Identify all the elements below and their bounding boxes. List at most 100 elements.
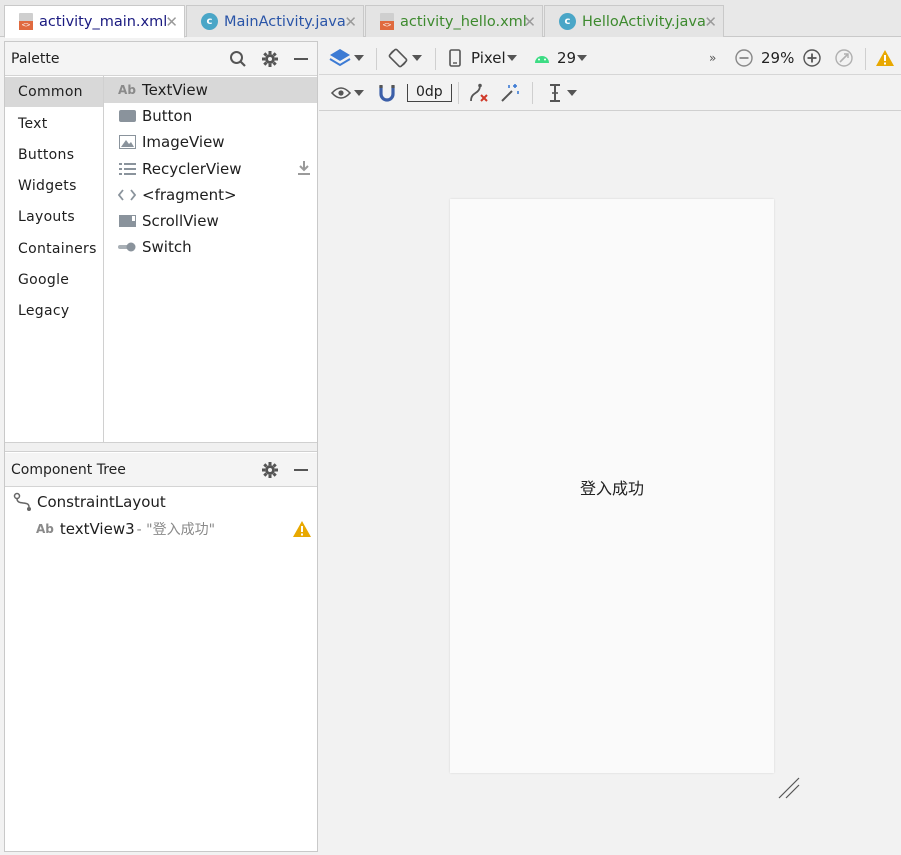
tab-label: activity_hello.xml <box>400 13 527 30</box>
eye-icon <box>331 87 351 99</box>
layers-icon <box>329 49 351 67</box>
ab-icon: Ab <box>118 83 136 97</box>
zoom-out-button[interactable] <box>735 44 753 72</box>
tree-item-constraintlayout[interactable]: ConstraintLayout <box>5 489 317 515</box>
device-selector[interactable]: Pixel <box>449 44 517 72</box>
orientation-button[interactable] <box>387 44 422 72</box>
palette-item-button[interactable]: Button <box>104 103 317 129</box>
category-layouts[interactable]: Layouts <box>5 202 103 232</box>
zoom-to-fit-button[interactable] <box>835 44 853 72</box>
zoom-level: 29% <box>761 49 795 67</box>
editor-tab-bar: <> activity_main.xml ✕ c MainActivity.ja… <box>0 0 901 38</box>
palette-item-recyclerview[interactable]: RecyclerView <box>104 156 317 182</box>
palette-item-label: RecyclerView <box>142 160 242 178</box>
code-icon <box>118 186 136 204</box>
download-icon[interactable] <box>297 160 311 180</box>
ab-icon: Ab <box>36 522 54 536</box>
category-text[interactable]: Text <box>5 109 103 139</box>
clear-constraints-button[interactable] <box>468 79 490 107</box>
palette-item-switch[interactable]: Switch <box>104 234 317 260</box>
category-google[interactable]: Google <box>5 265 103 295</box>
palette-item-scrollview[interactable]: ScrollView <box>104 208 317 234</box>
component-tree-title: Component Tree <box>11 462 126 478</box>
phone-icon <box>449 49 461 67</box>
palette-item-label: ImageView <box>142 133 225 151</box>
device-preview[interactable]: 登入成功 <box>450 199 774 773</box>
palette-header: Palette <box>5 42 317 76</box>
palette-item-label: TextView <box>142 81 208 99</box>
warning-icon[interactable] <box>293 521 311 541</box>
palette-item-textview[interactable]: Ab TextView <box>104 77 317 103</box>
gear-icon[interactable] <box>259 48 281 70</box>
autoconnect-button[interactable] <box>378 79 396 107</box>
xml-file-icon: <> <box>380 13 394 30</box>
default-margin-field[interactable]: 0dp <box>407 79 452 107</box>
tree-item-id: textView3 <box>59 520 135 538</box>
tab-main-activity-java[interactable]: c MainActivity.java ✕ <box>186 5 364 37</box>
zoom-fit-icon <box>835 49 853 67</box>
tab-hello-activity-java[interactable]: c HelloActivity.java ✕ <box>544 5 724 37</box>
overflow-chevron-icon[interactable]: » <box>709 44 716 72</box>
tab-label: activity_main.xml <box>39 13 168 30</box>
category-buttons[interactable]: Buttons <box>5 140 103 170</box>
design-toolbar: Pixel 29 » 29% <box>319 41 901 75</box>
zoom-in-icon <box>803 49 821 67</box>
tree-item-hint: - "登入成功" <box>136 522 216 538</box>
zoom-in-button[interactable] <box>803 44 821 72</box>
close-icon[interactable]: ✕ <box>704 13 717 31</box>
panel-splitter[interactable] <box>5 442 317 452</box>
tab-activity-main-xml[interactable]: <> activity_main.xml ✕ <box>4 5 185 38</box>
api-level-label: 29 <box>557 49 577 67</box>
android-icon <box>535 56 549 63</box>
palette-item-fragment[interactable]: <fragment> <box>104 182 317 208</box>
scroll-icon <box>118 212 136 230</box>
text-cursor-icon <box>550 84 560 102</box>
palette-item-label: Switch <box>142 238 192 256</box>
left-panel: Palette Common Text Buttons Widgets Layo… <box>4 41 318 852</box>
magnet-icon <box>379 85 395 102</box>
java-class-icon: c <box>201 13 218 30</box>
palette-item-imageview[interactable]: ImageView <box>104 129 317 155</box>
minimize-icon[interactable] <box>290 48 312 70</box>
tab-label: HelloActivity.java <box>582 13 706 30</box>
search-icon[interactable] <box>227 48 249 70</box>
rotate-icon <box>388 48 408 68</box>
view-options-button[interactable] <box>331 79 364 107</box>
api-level-selector[interactable]: 29 <box>533 44 588 72</box>
close-icon[interactable]: ✕ <box>165 13 178 31</box>
magic-wand-icon <box>501 84 519 102</box>
design-canvas[interactable]: 登入成功 <box>319 112 901 852</box>
palette-item-label: Button <box>142 107 193 125</box>
close-icon[interactable]: ✕ <box>344 13 357 31</box>
category-containers[interactable]: Containers <box>5 234 103 264</box>
infer-constraints-button[interactable] <box>500 79 520 107</box>
list-icon <box>118 160 136 178</box>
image-icon <box>118 133 136 151</box>
device-label: Pixel <box>471 49 506 67</box>
category-common[interactable]: Common <box>5 77 103 107</box>
constraint-layout-icon <box>13 492 33 512</box>
gear-icon[interactable] <box>259 459 281 481</box>
xml-file-icon: <> <box>19 13 33 30</box>
palette-title: Palette <box>11 51 60 67</box>
java-class-icon: c <box>559 13 576 30</box>
clear-constraints-icon <box>470 83 488 102</box>
tab-label: MainActivity.java <box>224 13 346 30</box>
warning-icon[interactable] <box>876 44 894 72</box>
tree-item-textview3[interactable]: Ab textView3 - "登入成功" <box>5 516 317 542</box>
palette-categories: Common Text Buttons Widgets Layouts Cont… <box>5 76 104 442</box>
design-surface-button[interactable] <box>329 44 364 72</box>
category-legacy[interactable]: Legacy <box>5 296 103 326</box>
category-widgets[interactable]: Widgets <box>5 171 103 201</box>
textview-preview[interactable]: 登入成功 <box>450 475 774 499</box>
switch-icon <box>118 238 136 256</box>
close-icon[interactable]: ✕ <box>523 13 536 31</box>
zoom-out-icon <box>735 49 753 67</box>
minimize-icon[interactable] <box>290 459 312 481</box>
palette-items: Ab TextView Button ImageView RecyclerVie… <box>104 76 317 442</box>
resize-handle[interactable] <box>777 776 801 800</box>
palette-item-label: <fragment> <box>142 186 237 204</box>
guidelines-button[interactable] <box>548 79 577 107</box>
component-tree-header: Component Tree <box>5 453 317 487</box>
tab-activity-hello-xml[interactable]: <> activity_hello.xml ✕ <box>365 5 543 37</box>
